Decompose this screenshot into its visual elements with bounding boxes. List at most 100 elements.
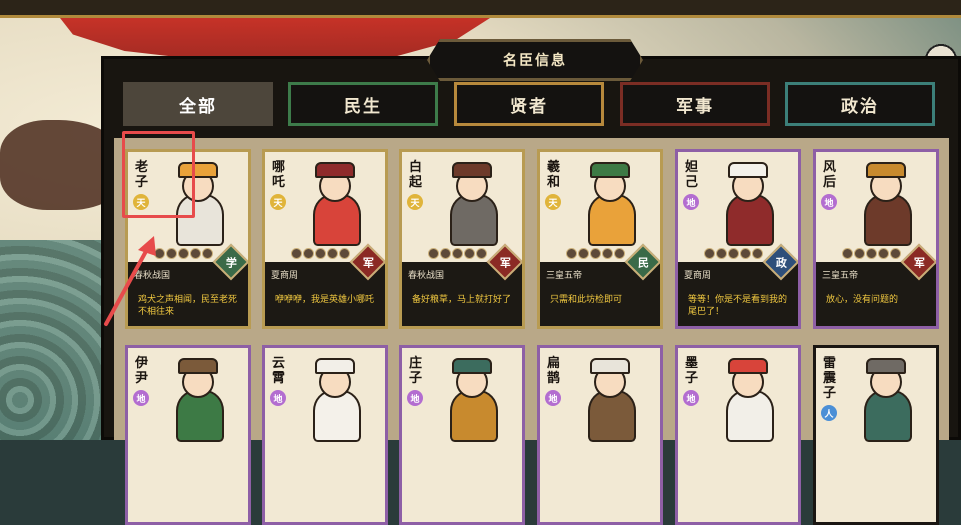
minister-name: 伊尹 [135, 356, 149, 386]
minister-name: 白起 [409, 160, 423, 190]
star-icon [327, 248, 338, 259]
minister-card[interactable]: 羲和天三皇五帝只需和此坊检即可 民 [537, 149, 663, 329]
star-icon [190, 248, 201, 259]
minister-name: 扁鹊 [547, 356, 561, 386]
minister-card[interactable]: 妲己地夏商周等等！你是不是看到我的尾巴了！ 政 [675, 149, 801, 329]
minister-card[interactable]: 白起天春秋战国备好粮草，马上就打好了 军 [399, 149, 525, 329]
top-frame-bar [0, 0, 961, 18]
minister-quote: 咿咿咿，我是英雄小哪吒 [275, 295, 375, 305]
minister-card[interactable]: 庄子地 [399, 345, 525, 525]
figure-hat [590, 358, 630, 374]
era-label: 三皇五帝 [546, 271, 583, 281]
star-icon [578, 248, 589, 259]
star-rating [842, 248, 901, 260]
figure-hat [315, 162, 355, 178]
minister-name: 妲己 [685, 160, 699, 190]
star-icon [339, 248, 350, 259]
grade-badge: 地 [407, 390, 423, 406]
minister-card[interactable]: 伊尹地 [125, 345, 251, 525]
tab-label: 贤者 [510, 96, 548, 117]
figure-hat [728, 358, 768, 374]
star-icon [602, 248, 613, 259]
grade-badge: 天 [270, 194, 286, 210]
era-label: 春秋战国 [408, 271, 445, 281]
star-icon [440, 248, 451, 259]
figure-hat [315, 358, 355, 374]
grade-badge: 地 [821, 194, 837, 210]
tab-politics[interactable]: 政治 [785, 82, 935, 126]
grade-badge: 地 [683, 194, 699, 210]
era-label: 夏商周 [684, 271, 712, 281]
figure-hat [866, 162, 906, 178]
role-label: 民 [637, 256, 649, 269]
star-icon [752, 248, 763, 259]
role-label: 政 [775, 256, 787, 269]
star-rating [428, 248, 487, 260]
star-icon [728, 248, 739, 259]
star-icon [428, 248, 439, 259]
minister-quote: 只需和此坊检即可 [550, 295, 623, 305]
star-icon [178, 248, 189, 259]
star-icon [614, 248, 625, 259]
grade-badge: 地 [270, 390, 286, 406]
star-icon [452, 248, 463, 259]
star-icon [704, 248, 715, 259]
era-label: 三皇五帝 [822, 271, 859, 281]
star-icon [590, 248, 601, 259]
highlight-box-annotation [122, 131, 195, 218]
grade-badge: 人 [821, 405, 837, 421]
star-icon [202, 248, 213, 259]
figure-hat [866, 358, 906, 374]
star-icon [303, 248, 314, 259]
star-icon [740, 248, 751, 259]
tab-label: 军事 [676, 96, 714, 117]
tab-label: 全部 [179, 96, 217, 117]
grade-badge: 地 [133, 390, 149, 406]
tab-military[interactable]: 军事 [620, 82, 770, 126]
minister-quote: 放心，没有问题的 [826, 295, 899, 305]
figure-hat [452, 162, 492, 178]
minister-card[interactable]: 风后地三皇五帝放心，没有问题的 军 [813, 149, 939, 329]
minister-card[interactable]: 墨子地 [675, 345, 801, 525]
minister-card[interactable]: 扁鹊地 [537, 345, 663, 525]
figure-hat [590, 162, 630, 178]
minister-card[interactable]: 云霄地 [262, 345, 388, 525]
star-rating [704, 248, 763, 260]
panel-title: 名臣信息 [503, 53, 567, 69]
panel-title-plaque: 名臣信息 [427, 39, 643, 81]
minister-name: 雷震子 [823, 356, 837, 401]
role-label: 军 [362, 256, 374, 269]
grade-badge: 天 [407, 194, 423, 210]
minister-name: 羲和 [547, 160, 561, 190]
tab-sages[interactable]: 贤者 [454, 82, 604, 126]
star-rating [566, 248, 625, 260]
tab-label: 民生 [344, 96, 382, 117]
star-icon [315, 248, 326, 259]
star-icon [464, 248, 475, 259]
minister-name: 庄子 [409, 356, 423, 386]
tab-livelihood[interactable]: 民生 [288, 82, 438, 126]
minister-name: 风后 [823, 160, 837, 190]
grade-badge: 地 [683, 390, 699, 406]
role-label: 学 [225, 256, 237, 269]
minister-quote: 备好粮草，马上就打好了 [412, 295, 512, 305]
role-label: 军 [913, 256, 925, 269]
star-icon [291, 248, 302, 259]
grade-badge: 天 [545, 194, 561, 210]
figure-hat [452, 358, 492, 374]
role-label: 军 [499, 256, 511, 269]
star-icon [476, 248, 487, 259]
minister-name: 哪吒 [272, 160, 286, 190]
minister-name: 墨子 [685, 356, 699, 386]
figure-hat [178, 358, 218, 374]
minister-card[interactable]: 哪吒天夏商周 咿咿咿，我是英雄小哪吒 军 [262, 149, 388, 329]
star-icon [842, 248, 853, 259]
minister-quote: 等等！你是不是看到我的尾巴了！ [688, 295, 788, 317]
minister-card[interactable]: 雷震子人 [813, 345, 939, 525]
minister-name: 云霄 [272, 356, 286, 386]
star-icon [878, 248, 889, 259]
tab-all[interactable]: 全部 [123, 82, 273, 126]
category-tabs: 全部 民生 贤者 军事 政治 [123, 82, 943, 126]
star-rating [291, 248, 350, 260]
tab-label: 政治 [841, 96, 879, 117]
